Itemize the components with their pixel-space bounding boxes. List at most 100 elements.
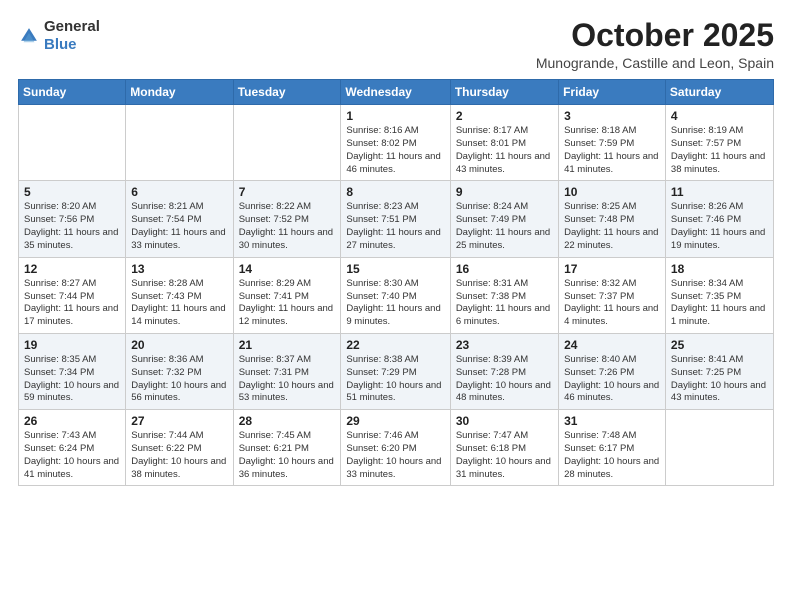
day-info: Sunrise: 8:31 AM Sunset: 7:38 PM Dayligh… [456,278,553,329]
location-subtitle: Munogrande, Castille and Leon, Spain [536,55,774,71]
calendar-week-row: 26 Sunrise: 7:43 AM Sunset: 6:24 PM Dayli… [19,410,774,486]
table-row: 16 Sunrise: 8:31 AM Sunset: 7:38 PM Dayli… [450,257,558,333]
day-info: Sunrise: 8:25 AM Sunset: 7:48 PM Dayligh… [564,201,660,252]
logo-general: General [44,18,100,35]
day-number: 16 [456,262,553,276]
table-row: 10 Sunrise: 8:25 AM Sunset: 7:48 PM Dayli… [559,181,666,257]
header-sunday: Sunday [19,80,126,105]
day-info: Sunrise: 8:28 AM Sunset: 7:43 PM Dayligh… [131,278,227,329]
table-row: 27 Sunrise: 7:44 AM Sunset: 6:22 PM Dayli… [126,410,233,486]
day-number: 7 [239,185,336,199]
table-row: 29Sunrise: 7:46 AM Sunset: 6:20 PM Dayli… [341,410,450,486]
table-row: 1Sunrise: 8:16 AM Sunset: 8:02 PM Daylig… [341,105,450,181]
table-row: 15 Sunrise: 8:30 AM Sunset: 7:40 PM Dayli… [341,257,450,333]
day-number: 13 [131,262,227,276]
day-number: 19 [24,338,120,352]
day-info: Sunrise: 8:19 AM Sunset: 7:57 PM Dayligh… [671,125,768,176]
header-tuesday: Tuesday [233,80,341,105]
day-number: 15 [346,262,444,276]
day-info: Sunrise: 8:36 AM Sunset: 7:32 PM Dayligh… [131,354,227,405]
day-number: 29 [346,414,444,428]
day-info: Sunrise: 7:47 AM Sunset: 6:18 PM Dayligh… [456,430,553,481]
day-number: 31 [564,414,660,428]
day-number: 20 [131,338,227,352]
table-row: 30 Sunrise: 7:47 AM Sunset: 6:18 PM Dayli… [450,410,558,486]
table-row: 13 Sunrise: 8:28 AM Sunset: 7:43 PM Dayli… [126,257,233,333]
table-row: 18Sunrise: 8:34 AM Sunset: 7:35 PM Dayli… [665,257,773,333]
calendar-table: Sunday Monday Tuesday Wednesday Thursday… [18,79,774,486]
calendar-week-row: 5Sunrise: 8:20 AM Sunset: 7:56 PM Daylig… [19,181,774,257]
title-block: October 2025 Munogrande, Castille and Le… [536,18,774,71]
day-info: Sunrise: 8:30 AM Sunset: 7:40 PM Dayligh… [346,278,444,329]
day-number: 10 [564,185,660,199]
day-number: 8 [346,185,444,199]
day-info: Sunrise: 8:18 AM Sunset: 7:59 PM Dayligh… [564,125,660,176]
day-number: 17 [564,262,660,276]
calendar-week-row: 1Sunrise: 8:16 AM Sunset: 8:02 PM Daylig… [19,105,774,181]
header-friday: Friday [559,80,666,105]
day-number: 3 [564,109,660,123]
table-row: 17 Sunrise: 8:32 AM Sunset: 7:37 PM Dayli… [559,257,666,333]
day-number: 11 [671,185,768,199]
table-row: 23 Sunrise: 8:39 AM Sunset: 7:28 PM Dayli… [450,333,558,409]
day-info: Sunrise: 8:39 AM Sunset: 7:28 PM Dayligh… [456,354,553,405]
table-row: 7 Sunrise: 8:22 AM Sunset: 7:52 PM Daylig… [233,181,341,257]
table-row: 3 Sunrise: 8:18 AM Sunset: 7:59 PM Daylig… [559,105,666,181]
header: General Blue October 2025 Munogrande, Ca… [18,18,774,71]
day-number: 22 [346,338,444,352]
table-row: 24Sunrise: 8:40 AM Sunset: 7:26 PM Dayli… [559,333,666,409]
weekday-header-row: Sunday Monday Tuesday Wednesday Thursday… [19,80,774,105]
day-info: Sunrise: 7:44 AM Sunset: 6:22 PM Dayligh… [131,430,227,481]
day-number: 12 [24,262,120,276]
month-title: October 2025 [536,18,774,53]
day-number: 18 [671,262,768,276]
table-row: 12 Sunrise: 8:27 AM Sunset: 7:44 PM Dayli… [19,257,126,333]
day-number: 26 [24,414,120,428]
day-number: 4 [671,109,768,123]
table-row [233,105,341,181]
day-info: Sunrise: 7:48 AM Sunset: 6:17 PM Dayligh… [564,430,660,481]
day-info: Sunrise: 8:24 AM Sunset: 7:49 PM Dayligh… [456,201,553,252]
day-info: Sunrise: 8:22 AM Sunset: 7:52 PM Dayligh… [239,201,336,252]
day-info: Sunrise: 7:43 AM Sunset: 6:24 PM Dayligh… [24,430,120,481]
day-number: 30 [456,414,553,428]
header-monday: Monday [126,80,233,105]
table-row: 5Sunrise: 8:20 AM Sunset: 7:56 PM Daylig… [19,181,126,257]
day-number: 2 [456,109,553,123]
table-row: 19Sunrise: 8:35 AM Sunset: 7:34 PM Dayli… [19,333,126,409]
day-info: Sunrise: 8:23 AM Sunset: 7:51 PM Dayligh… [346,201,444,252]
day-info: Sunrise: 8:41 AM Sunset: 7:25 PM Dayligh… [671,354,768,405]
table-row: 6Sunrise: 8:21 AM Sunset: 7:54 PM Daylig… [126,181,233,257]
table-row: 22 Sunrise: 8:38 AM Sunset: 7:29 PM Dayli… [341,333,450,409]
day-info: Sunrise: 8:37 AM Sunset: 7:31 PM Dayligh… [239,354,336,405]
table-row: 31 Sunrise: 7:48 AM Sunset: 6:17 PM Dayli… [559,410,666,486]
logo: General Blue [18,18,100,54]
table-row: 4 Sunrise: 8:19 AM Sunset: 7:57 PM Daylig… [665,105,773,181]
table-row: 28 Sunrise: 7:45 AM Sunset: 6:21 PM Dayli… [233,410,341,486]
logo-icon [18,25,40,47]
day-info: Sunrise: 8:32 AM Sunset: 7:37 PM Dayligh… [564,278,660,329]
calendar-page: General Blue October 2025 Munogrande, Ca… [0,0,792,612]
day-number: 28 [239,414,336,428]
day-info: Sunrise: 8:27 AM Sunset: 7:44 PM Dayligh… [24,278,120,329]
calendar-week-row: 19Sunrise: 8:35 AM Sunset: 7:34 PM Dayli… [19,333,774,409]
day-info: Sunrise: 8:38 AM Sunset: 7:29 PM Dayligh… [346,354,444,405]
table-row: 8 Sunrise: 8:23 AM Sunset: 7:51 PM Daylig… [341,181,450,257]
calendar-week-row: 12 Sunrise: 8:27 AM Sunset: 7:44 PM Dayli… [19,257,774,333]
day-number: 23 [456,338,553,352]
day-info: Sunrise: 8:26 AM Sunset: 7:46 PM Dayligh… [671,201,768,252]
day-info: Sunrise: 8:21 AM Sunset: 7:54 PM Dayligh… [131,201,227,252]
table-row: 9Sunrise: 8:24 AM Sunset: 7:49 PM Daylig… [450,181,558,257]
table-row: 20 Sunrise: 8:36 AM Sunset: 7:32 PM Dayli… [126,333,233,409]
day-number: 21 [239,338,336,352]
day-info: Sunrise: 7:45 AM Sunset: 6:21 PM Dayligh… [239,430,336,481]
table-row: 11 Sunrise: 8:26 AM Sunset: 7:46 PM Dayli… [665,181,773,257]
table-row: 25Sunrise: 8:41 AM Sunset: 7:25 PM Dayli… [665,333,773,409]
day-number: 27 [131,414,227,428]
table-row: 2 Sunrise: 8:17 AM Sunset: 8:01 PM Daylig… [450,105,558,181]
header-thursday: Thursday [450,80,558,105]
day-info: Sunrise: 8:29 AM Sunset: 7:41 PM Dayligh… [239,278,336,329]
day-info: Sunrise: 8:17 AM Sunset: 8:01 PM Dayligh… [456,125,553,176]
table-row [19,105,126,181]
table-row [665,410,773,486]
